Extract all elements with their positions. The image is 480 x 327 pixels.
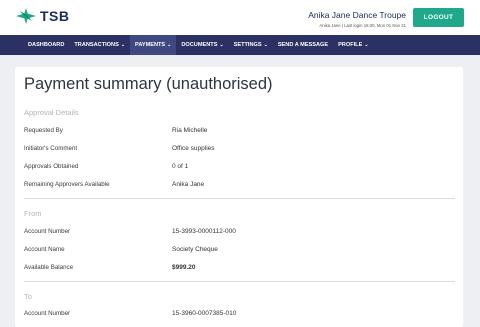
content-panel — [15, 67, 463, 327]
requested-by-label: Requested By — [24, 127, 63, 134]
nav-settings-label: SETTINGS — [233, 42, 262, 48]
nav-payments-label: PAYMENTS — [135, 42, 166, 48]
from-account-number-label: Account Number — [24, 228, 71, 235]
approvals-obtained-value: 0 of 1 — [172, 163, 189, 170]
to-heading: To — [24, 292, 32, 301]
section-divider — [24, 198, 455, 199]
approval-details-heading: Approval Details — [24, 108, 79, 117]
nav-settings[interactable]: SETTINGS ⌄ — [229, 35, 273, 55]
last-login-info: Anika Jane | Last login 16:30, Mon 01 No… — [319, 23, 406, 28]
nav-transactions[interactable]: TRANSACTIONS ⌄ — [69, 35, 130, 55]
nav-documents-label: DOCUMENTS — [181, 42, 218, 48]
nav-dashboard-label: DASHBOARD — [28, 42, 65, 48]
to-account-number-label: Account Number — [24, 310, 71, 317]
available-balance-label: Available Balance — [24, 264, 74, 271]
from-heading: From — [24, 209, 42, 218]
from-account-name-label: Account Name — [24, 246, 65, 253]
chevron-down-icon: ⌄ — [167, 42, 172, 48]
tsb-star-icon — [16, 8, 36, 24]
chevron-down-icon: ⌄ — [263, 42, 268, 48]
page-title: Payment summary (unauthorised) — [24, 75, 273, 93]
nav-profile[interactable]: PROFILE ⌄ — [333, 35, 373, 55]
remaining-approvers-value: Anika Jane — [172, 181, 205, 188]
chevron-down-icon: ⌄ — [120, 42, 126, 48]
remaining-approvers-label: Remaining Approvers Available — [24, 181, 110, 188]
approvals-obtained-label: Approvals Obtained — [24, 163, 79, 170]
from-account-name-value: Society Cheque — [172, 246, 218, 253]
initiator-comment-value: Office supplies — [172, 145, 215, 152]
main-nav: DASHBOARD TRANSACTIONS ⌄ PAYMENTS ⌄ DOCUME… — [0, 35, 480, 55]
logo-text: TSB — [40, 8, 70, 24]
requested-by-value: Ria Michelle — [172, 127, 208, 134]
nav-send-message-label: SEND A MESSAGE — [277, 42, 329, 48]
chevron-down-icon: ⌄ — [364, 42, 369, 48]
initiator-comment-label: Initiator's Comment — [24, 145, 78, 152]
nav-dashboard[interactable]: DASHBOARD — [0, 35, 69, 55]
nav-profile-label: PROFILE — [338, 42, 363, 48]
nav-documents[interactable]: DOCUMENTS ⌄ — [176, 35, 228, 55]
nav-payments[interactable]: PAYMENTS ⌄ — [130, 35, 177, 55]
tsb-logo[interactable]: TSB — [16, 8, 70, 24]
nav-transactions-label: TRANSACTIONS — [74, 42, 119, 48]
logout-button[interactable]: LOGOUT — [413, 8, 464, 27]
chevron-down-icon: ⌄ — [219, 42, 224, 48]
section-divider — [24, 281, 455, 282]
to-account-number-value: 15-3960-0007385-010 — [172, 310, 237, 317]
from-account-number-value: 15-3993-0000112-000 — [172, 228, 236, 235]
available-balance-value: $999.20 — [172, 264, 196, 271]
top-header: TSB Anika Jane Dance Troupe Anika Jane |… — [0, 0, 480, 35]
nav-send-message[interactable]: SEND A MESSAGE — [273, 35, 333, 55]
organisation-name: Anika Jane Dance Troupe — [308, 10, 406, 20]
